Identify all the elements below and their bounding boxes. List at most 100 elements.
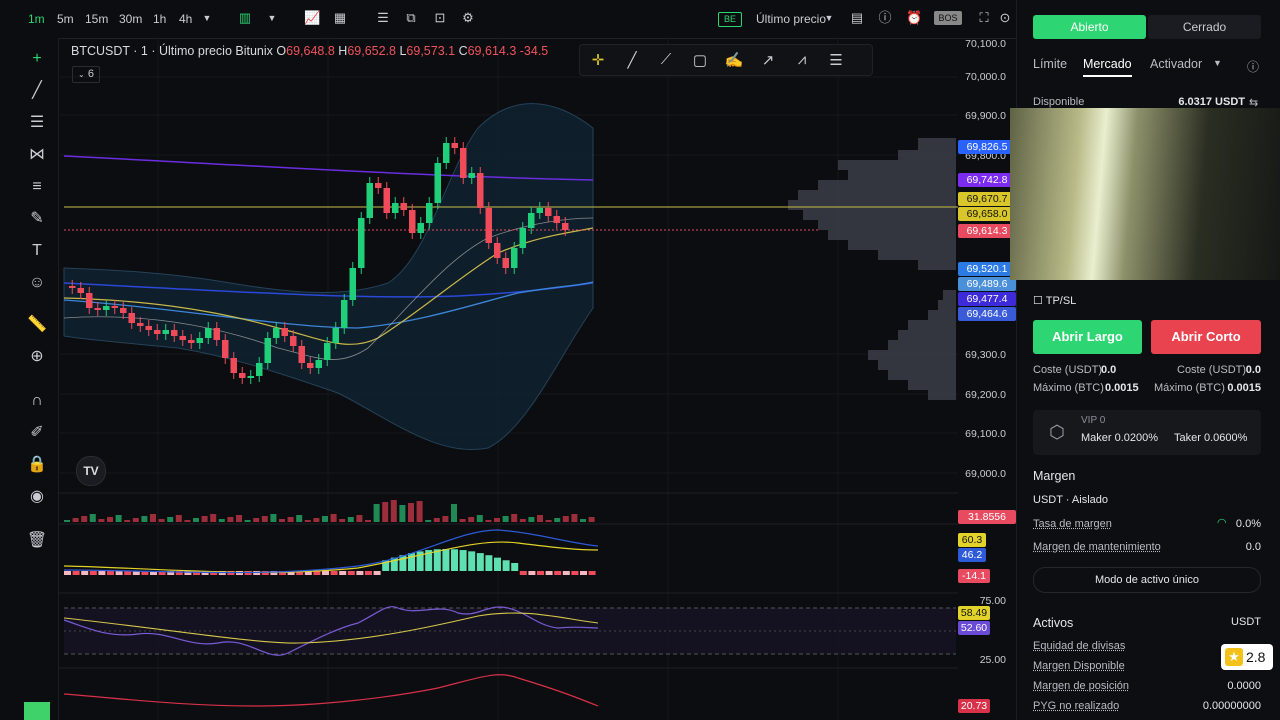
list-icon[interactable]: ☰ [376,11,390,25]
candle [281,328,288,336]
chart-canvas[interactable] [58,38,1016,720]
tab-cerrado[interactable]: Cerrado [1148,15,1261,39]
crosshair-icon[interactable]: + [26,48,48,70]
trendline-icon[interactable]: ╱ [26,80,48,102]
horizontal-lines-icon[interactable]: ☰ [26,112,48,134]
timeframe-15m[interactable]: 15m [85,12,108,26]
macd-bar [356,571,364,575]
layout-grid-icon[interactable]: ▦ [333,11,347,25]
zoom-in-icon[interactable]: ⊕ [26,346,48,368]
emoji-icon[interactable]: ☺ [26,272,48,294]
crosshair-icon[interactable]: ✛ [588,51,608,69]
chevron-down-icon[interactable]: ▼ [200,11,214,25]
timeframe-1h[interactable]: 1h [153,12,166,26]
candle [375,183,382,188]
lock-icon[interactable]: 🔒 [26,454,48,476]
volume-bar [193,518,199,522]
volume-bar [459,519,466,522]
chevron-down-icon[interactable]: ▼ [1213,58,1222,68]
chevron-down-icon[interactable]: ▼ [265,11,279,25]
taker-fee: Taker 0.0600% [1174,432,1248,444]
color-swatch[interactable] [24,702,50,720]
ruler-icon[interactable]: 📏 [26,314,48,336]
text-icon[interactable]: T [26,240,48,262]
macd-bar [330,571,338,575]
badge-be[interactable]: BE [718,12,742,27]
abrir-largo-button[interactable]: Abrir Largo [1033,320,1142,354]
line-icon[interactable]: ╱ [622,51,642,69]
volume-bar [545,520,552,522]
low-value: 69,573.1 [406,44,456,58]
indicators-icon[interactable]: 📈 [304,11,320,25]
order-type-limit[interactable]: Límite [1033,57,1067,71]
volume-bar [373,504,380,522]
volume-bar [554,518,561,522]
axis-tick: 69,300.0 [965,349,1006,361]
timeframe-4h[interactable]: 4h [179,12,192,26]
timeframe-5m[interactable]: 5m [57,12,74,26]
chart-legend: BTCUSDT · 1 · Último precio Bitunix O69,… [71,44,548,58]
info-icon[interactable]: ⓘ [1247,58,1259,75]
pencil-lock-icon[interactable]: ✐ [26,422,48,444]
order-type-market[interactable]: Mercado [1083,57,1132,77]
volume-bar [304,520,311,522]
info-box-icon[interactable]: ⓘ [878,11,892,25]
posicion-value: 0.0000 [1227,680,1261,692]
volume-bar [150,514,156,522]
alarm-icon[interactable]: ⏰ [906,11,922,25]
fullscreen-icon[interactable]: ⛶ [977,11,991,25]
volume-bar [167,517,174,522]
timeframe-1m[interactable]: 1m [28,12,45,26]
price-source-select[interactable]: Último precio [756,12,826,26]
volume-bar [296,515,303,522]
order-type-trigger[interactable]: Activador [1150,57,1202,71]
volume-bar [571,514,578,522]
candle [332,328,339,343]
indicators-toggle[interactable]: ⌄ 6 [72,66,100,83]
pattern-icon[interactable]: ⋈ [26,144,48,166]
fib-icon[interactable]: ≡ [26,176,48,198]
abrir-corto-button[interactable]: Abrir Corto [1151,320,1261,354]
margin-mode[interactable]: USDT · Aislado [1033,494,1108,506]
tasa-label: Tasa de margen [1033,518,1112,530]
bos-icon[interactable]: BOS [934,11,962,25]
path-icon[interactable]: ↗ [758,51,778,69]
macd-bar [72,571,80,575]
rectangle-icon[interactable]: ▢ [690,51,710,69]
volume-bar [580,519,586,522]
tab-abierto[interactable]: Abierto [1033,15,1146,39]
candle [349,268,356,300]
chevron-down-icon[interactable]: ▼ [822,11,836,25]
candle [154,330,161,334]
zigzag-icon[interactable]: ⩘ [792,51,812,69]
trash-icon[interactable]: 🗑 [26,530,48,552]
macd-bar [115,571,123,575]
single-asset-mode-button[interactable]: Modo de activo único [1033,567,1261,593]
macd-bar [365,571,372,575]
ray-icon[interactable]: ⟋ [656,51,676,69]
macd-bar [468,551,476,571]
chat-icon[interactable]: ▤ [850,11,864,25]
candles-icon[interactable]: ▥ [238,11,252,25]
macd-bar [339,571,347,575]
brush-icon[interactable]: ✎ [26,208,48,230]
candle [460,148,467,178]
tpsl-checkbox[interactable]: ☐ TP/SL [1033,294,1076,307]
screenshot-icon[interactable]: ⊡ [433,11,447,25]
external-link-icon[interactable]: ⧉ [404,11,418,25]
candle [468,173,475,178]
settings-gear-icon[interactable]: ⚙ [461,11,475,25]
brush-icon[interactable]: ✍ [724,51,744,69]
camera-icon[interactable]: ⊙ [998,11,1012,25]
equidad-label: Equidad de divisas [1033,640,1126,652]
candle [69,286,76,288]
price-label: 69,826.5 [958,140,1016,154]
rating-value: 2.8 [1246,649,1266,665]
menu-icon[interactable]: ☰ [826,51,846,69]
candle [188,340,195,343]
top-toolbar: 1m 5m 15m 30m 1h 4h ▼ ▥ ▼ 📈 ▦ ☰ ⧉ ⊡ ⚙ BE… [0,0,1016,39]
chart-area[interactable]: BTCUSDT · 1 · Último precio Bitunix O69,… [58,38,1016,720]
eye-icon[interactable]: ◉ [26,486,48,508]
timeframe-30m[interactable]: 30m [119,12,142,26]
magnet-icon[interactable]: ∩ [26,390,48,412]
